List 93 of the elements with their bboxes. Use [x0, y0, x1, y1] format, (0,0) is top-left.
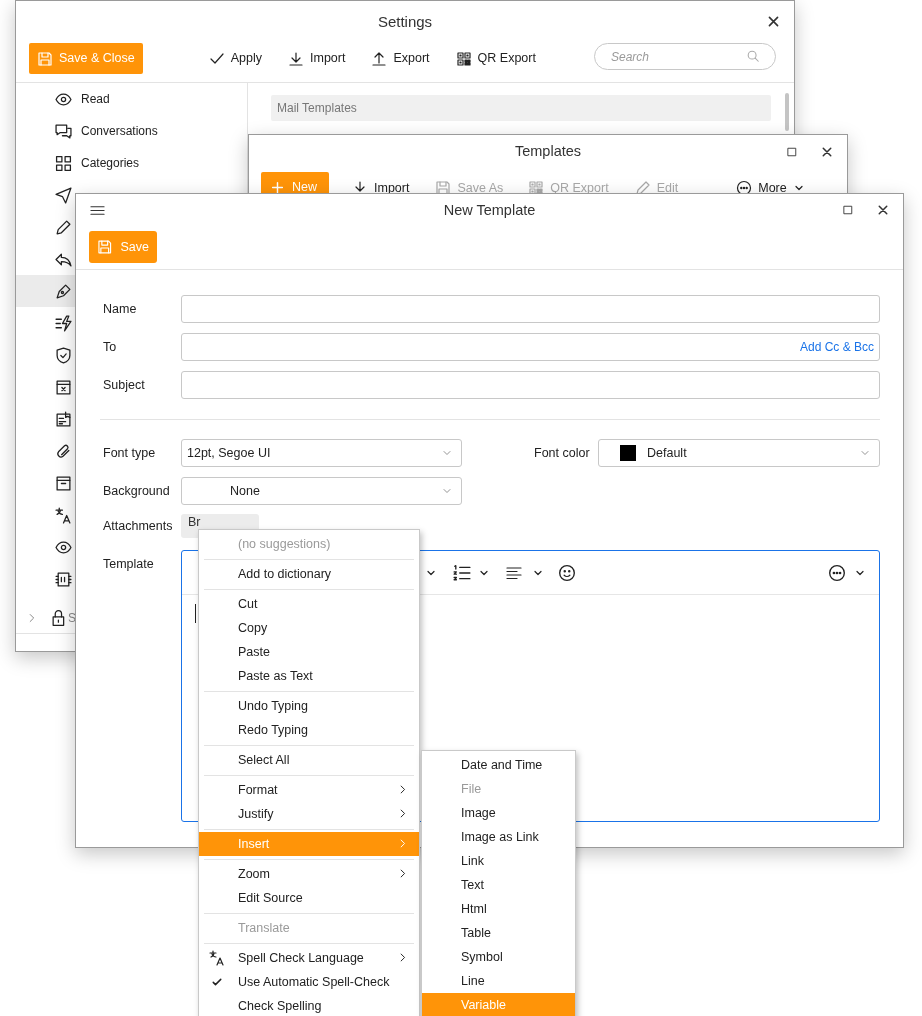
dropdown[interactable]: Default	[598, 439, 880, 467]
paperclip-icon	[55, 442, 72, 460]
toolbar-button[interactable]: Import	[288, 49, 346, 68]
input-field[interactable]	[181, 295, 880, 323]
close-icon[interactable]	[821, 146, 833, 158]
send-icon	[55, 186, 72, 204]
pencil-icon	[634, 180, 651, 196]
toolbar-button[interactable]: More	[736, 178, 805, 198]
menu-item[interactable]: Edit Source	[199, 886, 419, 910]
translate-icon	[209, 950, 225, 966]
field-label: Subject	[103, 376, 146, 394]
sidebar-group[interactable]: S	[16, 603, 76, 633]
sidebar-label: S	[68, 610, 76, 627]
menu-item[interactable]: Zoom	[199, 862, 419, 886]
window-title: Settings	[377, 11, 433, 32]
field-label: Attachments	[103, 517, 174, 535]
dropdown[interactable]: None	[181, 477, 462, 505]
archive-icon	[55, 378, 72, 396]
toolbar-button[interactable]: QR Export	[455, 49, 536, 68]
field-label: Font type	[103, 444, 157, 462]
menu-item[interactable]: Html	[422, 897, 575, 921]
save-icon	[435, 180, 452, 196]
text-cursor	[195, 604, 196, 623]
smiley-icon[interactable]	[558, 563, 576, 582]
form-icon	[55, 410, 72, 428]
qr-code-icon	[455, 50, 472, 67]
maximize-icon[interactable]	[786, 146, 798, 158]
search-icon	[746, 49, 760, 63]
input-field[interactable]	[181, 371, 880, 399]
field-label: To	[103, 338, 118, 356]
menu-item[interactable]: Image	[422, 801, 575, 825]
menu-item[interactable]: Symbol	[422, 945, 575, 969]
menu-icon[interactable]	[90, 203, 105, 218]
sidebar-item[interactable]	[16, 275, 76, 307]
more-icon[interactable]	[828, 563, 846, 582]
menu-item[interactable]: Image as Link	[422, 825, 575, 849]
menu-item[interactable]: Select All	[199, 748, 419, 772]
box-icon	[55, 474, 72, 492]
lock-icon	[50, 609, 67, 627]
sidebar-item[interactable]: Categories	[16, 147, 247, 179]
field-label: Name	[103, 300, 138, 318]
scrollbar[interactable]	[785, 93, 789, 131]
dropdown[interactable]: 12pt, Segoe UI	[181, 439, 462, 467]
input-field[interactable]: Add Cc & Bcc	[181, 333, 880, 361]
checkmark-icon	[211, 976, 223, 988]
field-label: Background	[103, 482, 171, 500]
close-icon[interactable]	[767, 15, 780, 28]
sidebar-item[interactable]: Read	[16, 83, 247, 115]
maximize-icon[interactable]	[842, 204, 854, 216]
toolbar-button[interactable]: Apply	[208, 49, 262, 68]
toolbar-button[interactable]: Export	[371, 49, 430, 68]
download-icon	[288, 50, 304, 67]
menu-item[interactable]: Table	[422, 921, 575, 945]
upload-icon	[371, 50, 388, 67]
shield-icon	[55, 346, 72, 364]
pencil-icon	[55, 218, 72, 236]
menu-item[interactable]: Copy	[199, 616, 419, 640]
save-icon	[97, 239, 113, 255]
menu-item[interactable]: Check Spelling	[199, 994, 419, 1016]
menu-item[interactable]: Justify	[199, 802, 419, 826]
field-label: Font color	[534, 444, 591, 462]
menu-item[interactable]: Spell Check Language	[199, 946, 419, 970]
menu-item[interactable]: Line	[422, 969, 575, 993]
numbered-list-icon[interactable]	[453, 563, 471, 582]
window-title: Templates	[514, 142, 582, 162]
search-field[interactable]: Search	[594, 43, 776, 70]
save-icon	[37, 50, 53, 67]
menu-item[interactable]: Use Automatic Spell-Check	[199, 970, 419, 994]
translate-icon	[55, 506, 72, 524]
menu-item[interactable]: Text	[422, 873, 575, 897]
menu-item[interactable]: Date and Time	[422, 753, 575, 777]
menu-item[interactable]: Redo Typing	[199, 718, 419, 742]
menu-item[interactable]: Paste	[199, 640, 419, 664]
grid-icon	[55, 154, 72, 172]
chat-icon	[55, 122, 72, 140]
pen-icon	[55, 282, 72, 300]
add-cc-bcc-link[interactable]: Add Cc & Bcc	[799, 338, 874, 356]
chip-icon	[55, 570, 72, 588]
menu-item[interactable]: Undo Typing	[199, 694, 419, 718]
close-icon[interactable]	[877, 204, 889, 216]
sidebar-item[interactable]: Conversations	[16, 115, 247, 147]
menu-item[interactable]: Format	[199, 778, 419, 802]
qr-code-icon	[528, 180, 545, 196]
window-title: New Template	[443, 200, 536, 220]
field-label: Template	[103, 556, 155, 573]
menu-item[interactable]: Add to dictionary	[199, 562, 419, 586]
section-header: Mail Templates	[271, 95, 771, 121]
more-icon	[736, 180, 753, 196]
align-left-icon[interactable]	[506, 564, 522, 581]
menu-item[interactable]: Link	[422, 849, 575, 873]
lightning-icon	[55, 314, 72, 332]
menu-item[interactable]: Paste as Text	[199, 664, 419, 688]
menu-item[interactable]: Cut	[199, 592, 419, 616]
